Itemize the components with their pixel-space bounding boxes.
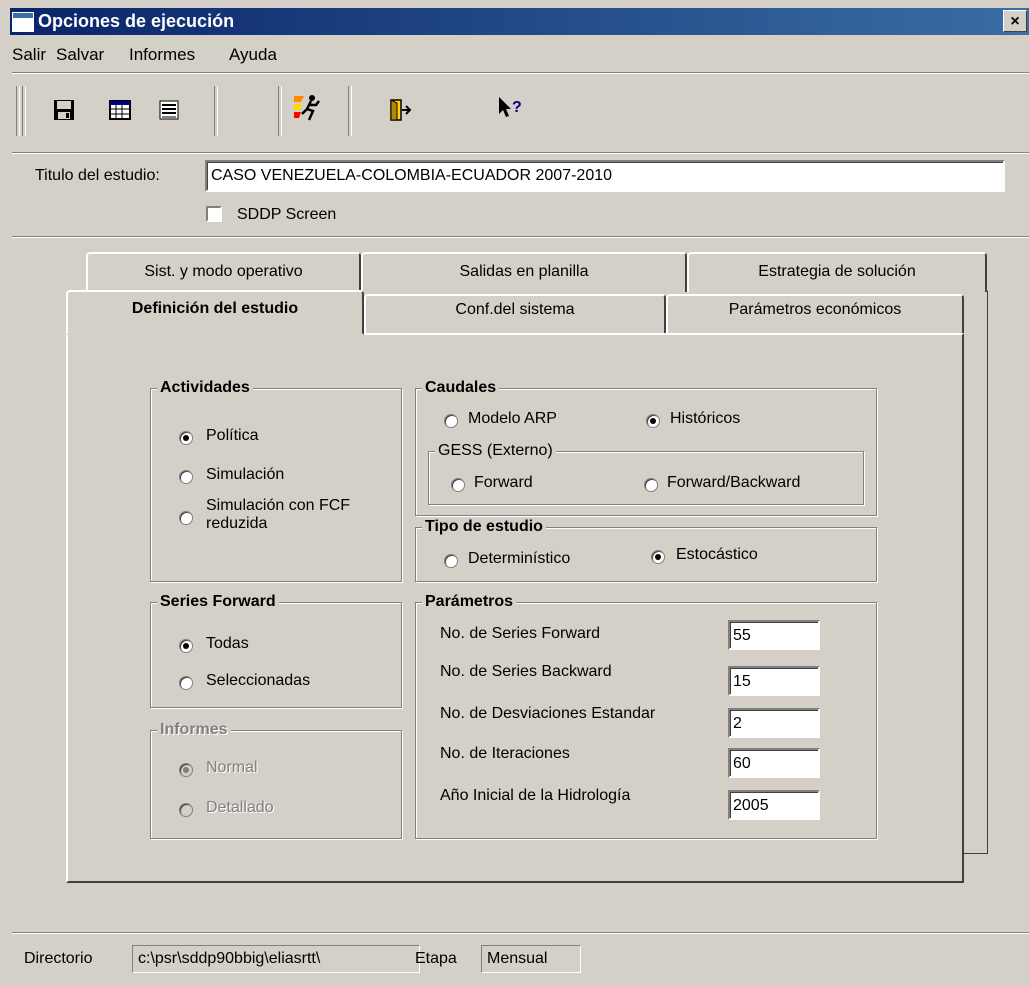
tab-sist-modo-operativo[interactable]: Sist. y modo operativo: [86, 252, 361, 292]
radio-simulacion[interactable]: [179, 470, 193, 484]
sddp-screen-label: SDDP Screen: [237, 206, 337, 223]
window-app-icon: [12, 12, 34, 32]
simulacion-fcf-label-2: reduzida: [206, 515, 268, 532]
title-bar: Opciones de ejecución ×: [10, 8, 1029, 35]
detallado-label: Detallado: [206, 799, 274, 816]
informes-group: Informes Normal Detallado: [150, 721, 402, 839]
radio-estocastico[interactable]: [651, 550, 665, 564]
normal-label: Normal: [206, 759, 258, 776]
study-title-label: Titulo del estudio:: [35, 167, 160, 184]
list-icon[interactable]: [157, 98, 181, 122]
gess-title: GESS (Externo): [435, 442, 556, 460]
window-title: Opciones de ejecución: [38, 11, 235, 31]
status-divider: [12, 932, 1029, 934]
param-input-anio-inicial[interactable]: 2005: [728, 790, 820, 820]
tab-estrategia-solucion[interactable]: Estrategia de solución: [687, 252, 987, 292]
radio-detallado: [179, 803, 193, 817]
tab-label: Parámetros económicos: [728, 301, 902, 318]
close-icon: ×: [1010, 13, 1020, 30]
sddp-screen-checkbox[interactable]: [206, 206, 222, 222]
param-label-iteraciones: No. de Iteraciones: [440, 745, 570, 762]
param-label-series-backward: No. de Series Backward: [440, 663, 612, 680]
directorio-label: Directorio: [24, 950, 93, 967]
directorio-value: c:\psr\sddp90bbig\eliasrtt\: [132, 945, 420, 973]
menu-informes[interactable]: Informes: [129, 45, 195, 65]
politica-label: Política: [206, 427, 259, 444]
tipo-estudio-title: Tipo de estudio: [422, 518, 546, 536]
param-label-desviaciones: No. de Desviaciones Estandar: [440, 705, 656, 722]
menu-salvar[interactable]: Salvar: [56, 45, 104, 65]
actividades-title: Actividades: [157, 379, 253, 397]
run-icon[interactable]: [292, 92, 322, 122]
series-forward-title: Series Forward: [157, 593, 279, 611]
param-input-iteraciones[interactable]: 60: [728, 748, 820, 778]
radio-normal: [179, 763, 193, 777]
param-input-desviaciones[interactable]: 2: [728, 708, 820, 738]
historicos-label: Históricos: [670, 410, 741, 427]
tab-conf-sistema[interactable]: Conf.del sistema: [364, 294, 666, 334]
tab-label: Sist. y modo operativo: [144, 263, 303, 280]
radio-simulacion-fcf[interactable]: [179, 511, 193, 525]
gess-group: GESS (Externo) Forward Forward/Backward: [428, 442, 864, 505]
tab-parametros-economicos[interactable]: Parámetros económicos: [666, 294, 964, 334]
todas-label: Todas: [206, 635, 249, 652]
toolbar-divider: [12, 152, 1029, 154]
modelo-arp-label: Modelo ARP: [468, 410, 557, 427]
options-window: Opciones de ejecución × Salir Salvar Inf…: [0, 0, 1029, 986]
section-divider: [12, 236, 1029, 238]
save-icon[interactable]: [52, 98, 76, 122]
etapa-value: Mensual: [481, 945, 581, 973]
menu-ayuda[interactable]: Ayuda: [229, 45, 277, 65]
status-bar: Directorio c:\psr\sddp90bbig\eliasrtt\ E…: [12, 940, 1029, 980]
tab-salidas-planilla[interactable]: Salidas en planilla: [361, 252, 687, 292]
tipo-estudio-group: Tipo de estudio Determinístico Estocásti…: [415, 518, 877, 582]
tab-label: Conf.del sistema: [455, 301, 575, 318]
tab-panel-definicion: Actividades Política Simulación Simulaci…: [66, 333, 964, 883]
tab-label: Estrategia de solución: [758, 263, 916, 280]
param-label-series-forward: No. de Series Forward: [440, 625, 601, 642]
radio-forward[interactable]: [451, 478, 465, 492]
toolbar-separator: [214, 86, 218, 136]
radio-politica[interactable]: [179, 431, 193, 445]
menu-salir[interactable]: Salir: [12, 45, 46, 65]
radio-seleccionadas[interactable]: [179, 676, 193, 690]
study-title-input[interactable]: CASO VENEZUELA-COLOMBIA-ECUADOR 2007-201…: [205, 160, 1005, 192]
radio-modelo-arp[interactable]: [444, 414, 458, 428]
radio-todas[interactable]: [179, 639, 193, 653]
toolbar-separator: [278, 86, 282, 136]
toolbar-grip: [22, 86, 26, 136]
etapa-label: Etapa: [415, 950, 457, 967]
tab-label: Salidas en planilla: [459, 263, 589, 280]
actividades-group: Actividades Política Simulación Simulaci…: [150, 379, 402, 582]
help-pointer-icon[interactable]: ?: [496, 94, 526, 124]
simulacion-label: Simulación: [206, 466, 285, 483]
estocastico-label: Estocástico: [676, 546, 758, 563]
tab-definicion-estudio[interactable]: Definición del estudio: [66, 290, 364, 335]
param-input-series-forward[interactable]: 55: [728, 620, 820, 650]
caudales-title: Caudales: [422, 379, 500, 397]
forward-label: Forward: [474, 474, 533, 491]
table-icon[interactable]: [108, 98, 132, 122]
deterministico-label: Determinístico: [468, 550, 571, 567]
exit-icon[interactable]: [388, 98, 412, 122]
radio-historicos[interactable]: [646, 414, 660, 428]
param-input-series-backward[interactable]: 15: [728, 666, 820, 696]
seleccionadas-label: Seleccionadas: [206, 672, 311, 689]
parametros-title: Parámetros: [422, 593, 517, 611]
radio-forward-backward[interactable]: [644, 478, 658, 492]
toolbar: ?: [12, 74, 1022, 152]
radio-deterministico[interactable]: [444, 554, 458, 568]
toolbar-separator: [348, 86, 352, 136]
param-label-anio-inicial: Año Inicial de la Hidrología: [440, 787, 631, 804]
series-forward-group: Series Forward Todas Seleccionadas: [150, 593, 402, 708]
svg-text:?: ?: [512, 99, 522, 116]
tab-label: Definición del estudio: [131, 300, 299, 317]
toolbar-grip: [16, 86, 20, 136]
forward-backward-label: Forward/Backward: [667, 474, 801, 491]
caudales-group: Caudales Modelo ARP Históricos GESS (Ext…: [415, 379, 877, 516]
informes-title: Informes: [157, 721, 231, 739]
close-button[interactable]: ×: [1003, 10, 1027, 32]
simulacion-fcf-label: Simulación con FCF: [206, 497, 351, 514]
